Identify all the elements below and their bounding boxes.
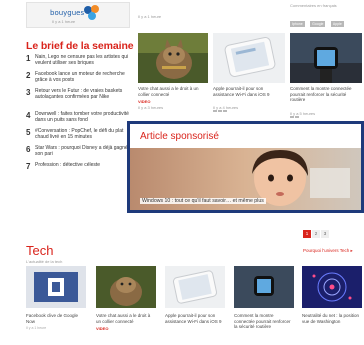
facebook-like-image [26, 266, 86, 308]
top-strip: bouygues Il y a 1 heure Il y a 1 heure C… [0, 0, 364, 30]
tag-iphone[interactable]: Iphone [290, 21, 305, 27]
brief-link[interactable]: Retour vers le Futur : de vraies baskets… [35, 88, 134, 100]
tag[interactable] [223, 110, 227, 112]
brief-item[interactable]: 6 Star Wars : pourquoi Disney a déjà gagn… [26, 145, 134, 159]
carousel-pager: 123 [303, 222, 330, 238]
page-dot[interactable]: 3 [321, 230, 329, 238]
tag[interactable] [213, 110, 217, 112]
sponsored-title: Article sponsorisé [140, 131, 219, 142]
smartwatch-photo[interactable] [234, 266, 294, 308]
card-time: Il y a 5 heures [290, 111, 316, 116]
sponsored-caption[interactable]: Windows 10 : tout ce qu'il faut savoir… … [140, 198, 266, 204]
tech-card-title[interactable]: Apple pourrait-il pour son assistance Wi… [165, 313, 225, 324]
brief-link[interactable]: Profession : détective céleste [35, 162, 134, 168]
brief-link[interactable]: Nain, Lego ne censure pas les artistes q… [35, 54, 134, 66]
tech-section-title: Tech [26, 243, 54, 258]
page-dot[interactable]: 2 [312, 230, 320, 238]
brief-number: 6 [26, 145, 31, 154]
brief-item[interactable]: 4 Downwell : faites tomber votre producti… [26, 111, 134, 125]
brief-link[interactable]: Facebook lance un moteur de recherche gr… [35, 71, 134, 83]
brief-number: 2 [26, 71, 31, 80]
smartwatch-image [234, 266, 294, 308]
card-time: Il y a 4 heures [213, 105, 239, 110]
page: bouygues Il y a 1 heure Il y a 1 heure C… [0, 0, 364, 345]
brief-number: 7 [26, 162, 31, 171]
brief-item[interactable]: 3 Retour vers le Futur : de vraies basket… [26, 88, 134, 108]
page-dot[interactable]: 1 [303, 230, 311, 238]
brief-link[interactable]: #Conversation : PopChef, le défi du plat… [35, 128, 134, 140]
top-card-caption: Il y a 1 heure [138, 14, 162, 19]
video-tag[interactable]: VIDEO [96, 326, 156, 331]
ad-caption: Il y a 1 heure [52, 19, 76, 24]
ad-brand-label[interactable]: bouygues [50, 9, 84, 17]
sponsored-article[interactable]: Article sponsorisé Windows 10: tout ce … [127, 121, 364, 213]
tech-card-title[interactable]: Facebook clive de Google Now [26, 313, 86, 324]
card-title[interactable]: Votre chat aussi a le droit à un collier… [138, 86, 204, 97]
brief-link[interactable]: Downwell : faites tomber votre productiv… [35, 111, 134, 123]
top-right-text[interactable]: Commentaires en français [290, 3, 337, 8]
cat-image [138, 33, 208, 83]
network-image [302, 266, 362, 308]
top-right-tags: Iphone Google Apple [290, 12, 345, 30]
tech-more-link[interactable]: Pourquoi l'univers Tech ▸ [303, 248, 353, 254]
cat-photo[interactable] [96, 266, 156, 308]
smartwatch-photo[interactable] [290, 33, 362, 83]
card-time: Il y a 3 heures [138, 105, 164, 110]
brief-item[interactable]: 5 #Conversation : PopChef, le défi du pla… [26, 128, 134, 142]
tech-card[interactable]: Comment la montre connectée pourrait ren… [234, 266, 294, 330]
smartwatch-image [290, 33, 362, 83]
brief-number: 4 [26, 111, 31, 120]
facebook-like-photo[interactable] [26, 266, 86, 308]
tech-card[interactable]: Votre chat aussi a le droit à un collier… [96, 266, 156, 331]
tech-card[interactable]: Facebook clive de Google Now Il y a 1 he… [26, 266, 86, 330]
smartphone-image [165, 266, 225, 308]
brief-number: 5 [26, 128, 31, 137]
tag-google[interactable]: Google [310, 21, 326, 27]
tech-articles: Facebook clive de Google Now Il y a 1 he… [26, 266, 362, 345]
brief-item[interactable]: 2 Facebook lance un moteur de recherche g… [26, 71, 134, 85]
tech-card[interactable]: Apple pourrait-il pour son assistance Wi… [165, 266, 225, 324]
video-tag[interactable]: VIDEO [138, 99, 150, 104]
tag[interactable] [295, 116, 299, 118]
brief-number: 3 [26, 88, 31, 97]
tech-card-title[interactable]: Comment la montre connectée pourrait ren… [234, 313, 294, 330]
tech-card-title[interactable]: Votre chat aussi a le droit à un collier… [96, 313, 156, 324]
tech-card[interactable]: Neutralité du net : la position vue de W… [302, 266, 362, 324]
tag-apple[interactable]: Apple [330, 21, 344, 27]
network-photo[interactable] [302, 266, 362, 308]
article-card[interactable]: Apple pourrait-il pour son assistance Wi… [213, 33, 285, 121]
card-title[interactable]: Apple pourrait-il pour son assistance Wi… [213, 86, 283, 97]
brief-number: 1 [26, 54, 31, 63]
article-card[interactable]: Comment la montre connectée pourrait ren… [290, 33, 362, 121]
tag[interactable] [218, 110, 222, 112]
tag[interactable] [290, 116, 294, 118]
phone-photo[interactable] [165, 266, 225, 308]
cat-image [96, 266, 156, 308]
brief-item[interactable]: 7 Profession : détective céleste [26, 162, 134, 176]
cat-photo[interactable] [138, 33, 208, 83]
brief-list: 1 Nain, Lego ne censure pas les artistes … [26, 54, 134, 179]
brief-title: Le brief de la semaine [26, 40, 134, 52]
phone-photo[interactable] [213, 33, 285, 83]
brief-link[interactable]: Star Wars : pourquoi Disney a déjà gagné… [35, 145, 134, 157]
article-card[interactable]: Votre chat aussi a le droit à un collier… [138, 33, 208, 121]
brief-item[interactable]: 1 Nain, Lego ne censure pas les artistes … [26, 54, 134, 68]
tech-card-time: Il y a 1 heure [26, 326, 47, 330]
brand-logo-icon [84, 5, 99, 20]
smartphone-image [213, 33, 285, 83]
card-title[interactable]: Comment la montre connectée pourrait ren… [290, 86, 360, 103]
tech-section-subtitle: L'actualité de la tech [26, 259, 63, 264]
tech-card-title[interactable]: Neutralité du net : la position vue de W… [302, 313, 362, 324]
